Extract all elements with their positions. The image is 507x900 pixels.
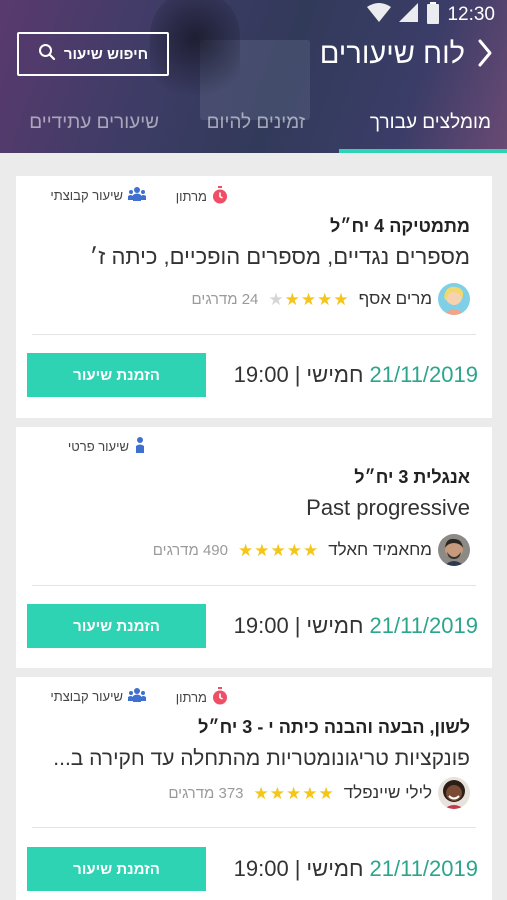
header: 12:30 לוח שיעורים חיפוש שיעור מומלצים עב… [0,0,507,153]
star-empty-icon: ★ [268,289,284,309]
star-icon: ★ [269,783,286,803]
stopwatch-icon [212,687,228,708]
lesson-day: חמישי [306,856,364,881]
teacher-name[interactable]: מרים אסף [359,289,432,309]
lesson-datetime: 21/11/2019 חמישי | 19:00 [234,613,478,639]
lesson-tags: מרתון שיעור קבוצתי [32,687,476,705]
lesson-time: 19:00 [233,362,289,387]
star-icon: ★ [286,540,302,560]
book-lesson-button[interactable]: הזמנת שיעור [27,604,206,648]
ratings-count: 24 מדרגים [191,290,259,308]
lesson-card: מרתון שיעור קבוצתי לשון, הבעה והבנה כיתה… [16,677,492,900]
teacher-avatar[interactable] [438,777,470,809]
lesson-date: 21/11/2019 [369,362,478,387]
lesson-type-tag: שיעור קבוצתי [50,186,146,205]
star-icon: ★ [300,289,317,309]
page-title: לוח שיעורים [319,38,465,70]
teacher-name[interactable]: מחאמיד חאלד [328,540,432,560]
status-time: 12:30 [447,4,495,25]
group-icon [128,186,146,205]
ratings-count: 373 מדרגים [168,784,244,802]
tab-future-lessons[interactable]: שיעורים עתידיים [29,112,159,134]
status-bar: 12:30 [367,0,507,30]
lesson-card: מרתון שיעור קבוצתי מתמטיקה 4 יח״ל מספרים… [16,176,492,418]
tab-available-today[interactable]: זמינים להיום [207,112,305,134]
tab-bar: מומלצים עבורך זמינים להיום שיעורים עתידי… [0,100,507,153]
lesson-date: 21/11/2019 [369,613,478,638]
star-icon: ★ [317,289,333,309]
teacher-row: מרים אסף ★ ★ ★ ★ ★ 24 מדרגים [192,282,470,316]
star-icon: ★ [284,289,300,309]
teacher-row: מחאמיד חאלד ★ ★ ★ ★ ★ 490 מדרגים [153,533,470,567]
person-icon [134,437,146,456]
star-icon: ★ [303,540,319,560]
lesson-time: 19:00 [233,613,289,638]
active-tab-indicator [339,149,507,153]
rating-stars: ★ ★ ★ ★ ★ [268,291,348,308]
star-icon: ★ [333,289,349,309]
star-icon: ★ [254,540,270,560]
search-icon [38,43,56,65]
stopwatch-icon [212,186,228,207]
star-icon: ★ [238,540,254,560]
star-icon: ★ [253,783,269,803]
top-bar: לוח שיעורים חיפוש שיעור [0,30,507,78]
ratings-count: 490 מדרגים [152,541,228,559]
book-lesson-button[interactable]: הזמנת שיעור [27,353,206,397]
marathon-tag: מרתון [176,186,228,207]
divider [32,827,476,828]
lesson-card: שיעור פרטי אנגלית 3 יח״ל Past progressiv… [16,427,492,668]
lesson-date: 21/11/2019 [369,856,478,881]
teacher-name[interactable]: לילי שיינפלד [344,783,432,803]
rating-stars: ★ ★ ★ ★ ★ [254,785,334,802]
marathon-tag: מרתון [176,687,228,708]
teacher-avatar[interactable] [438,534,470,566]
lesson-topic: מספרים נגדיים, מספרים הופכיים, כיתה ז׳ [89,244,470,269]
signal-icon [399,2,419,28]
search-lesson-label: חיפוש שיעור [63,45,149,63]
lesson-topic: Past progressive [306,495,470,520]
teacher-avatar[interactable] [438,283,470,315]
star-icon: ★ [302,783,318,803]
tab-recommended[interactable]: מומלצים עבורך [370,112,491,134]
separator: | [294,362,301,387]
lesson-type-label: שיעור קבוצתי [50,188,123,203]
lesson-day: חמישי [306,613,364,638]
lesson-subject: אנגלית 3 יח״ל [354,467,470,487]
marathon-label: מרתון [175,189,207,204]
rating-stars: ★ ★ ★ ★ ★ [238,542,318,559]
lesson-type-tag: שיעור פרטי [68,437,146,456]
lesson-type-tag: שיעור קבוצתי [50,687,146,706]
lesson-subject: לשון, הבעה והבנה כיתה י - 3 יח״ל [198,717,470,737]
teacher-row: לילי שיינפלד ★ ★ ★ ★ ★ 373 מדרגים [168,776,470,810]
lesson-type-label: שיעור פרטי [67,439,129,454]
back-chevron-icon[interactable] [477,38,493,75]
divider [32,585,476,586]
lesson-day: חמישי [306,362,364,387]
book-lesson-button[interactable]: הזמנת שיעור [27,847,206,891]
separator: | [294,613,301,638]
separator: | [294,856,301,881]
battery-icon [427,1,440,29]
lesson-tags: מרתון שיעור קבוצתי [32,186,476,204]
group-icon [128,687,146,706]
marathon-label: מרתון [175,690,207,705]
wifi-icon [367,2,392,28]
lesson-datetime: 21/11/2019 חמישי | 19:00 [234,362,478,388]
star-icon: ★ [318,783,334,803]
divider [32,334,476,335]
lesson-tags: שיעור פרטי [32,437,476,455]
lesson-subject: מתמטיקה 4 יח״ל [329,216,470,236]
lesson-datetime: 21/11/2019 חמישי | 19:00 [234,856,478,882]
lesson-time: 19:00 [233,856,289,881]
lesson-type-label: שיעור קבוצתי [50,689,123,704]
search-lesson-button[interactable]: חיפוש שיעור [17,32,169,76]
lesson-topic: פונקציות טריגונומטריות מהתחלה עד חקירה ב… [53,747,470,770]
star-icon: ★ [270,540,286,560]
star-icon: ★ [286,783,302,803]
